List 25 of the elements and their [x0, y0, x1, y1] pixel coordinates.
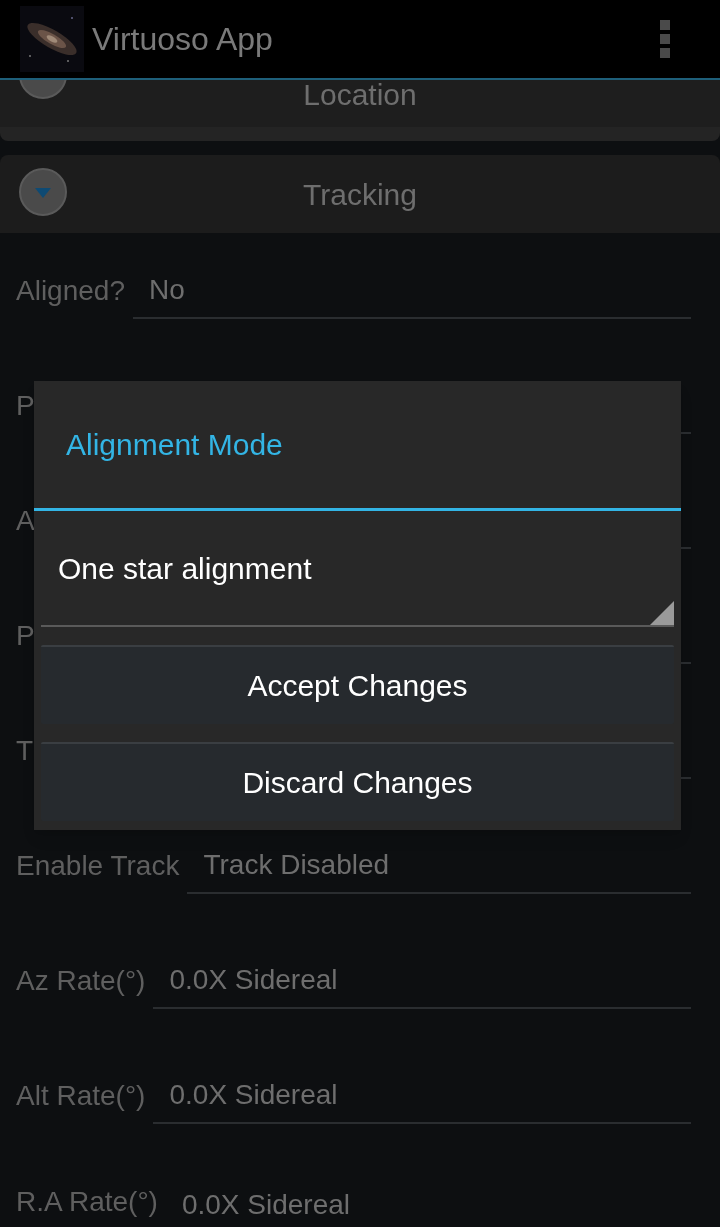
field-label: P — [16, 618, 35, 653]
field-label: Az Rate(°) — [16, 963, 146, 998]
field-label: A — [16, 503, 35, 538]
section-title: Tracking — [303, 176, 417, 213]
input-field[interactable]: 0.0X Sidereal — [153, 953, 691, 1009]
input-field[interactable]: No — [133, 263, 691, 319]
dropdown[interactable]: One star alignment — [41, 511, 674, 627]
field-label: Aligned? — [16, 273, 125, 308]
field-label: R.A Rate(°) — [16, 1185, 158, 1219]
dropdown-corner-icon — [650, 601, 674, 625]
section-header[interactable]: Location — [0, 80, 720, 141]
input-field[interactable]: Track Disabled — [187, 838, 691, 894]
overflow-menu-icon[interactable] — [660, 20, 670, 58]
section-title: Location — [303, 80, 417, 110]
field-label: Alt Rate(°) — [16, 1078, 146, 1113]
dialog-title: Alignment Mode — [66, 427, 283, 463]
field-label: T — [16, 733, 34, 768]
section-header[interactable]: Tracking — [0, 155, 720, 233]
input-field[interactable]: 0.0X Sidereal — [165, 1187, 691, 1223]
field-label: P — [16, 388, 35, 423]
input-field[interactable]: 0.0X Sidereal — [153, 1068, 691, 1124]
field-label: Enable Track — [16, 848, 180, 883]
dialog-button[interactable]: Discard Changes — [41, 742, 674, 821]
app-title: Virtuoso App — [92, 20, 273, 59]
dialog-button[interactable]: Accept Changes — [41, 645, 674, 724]
